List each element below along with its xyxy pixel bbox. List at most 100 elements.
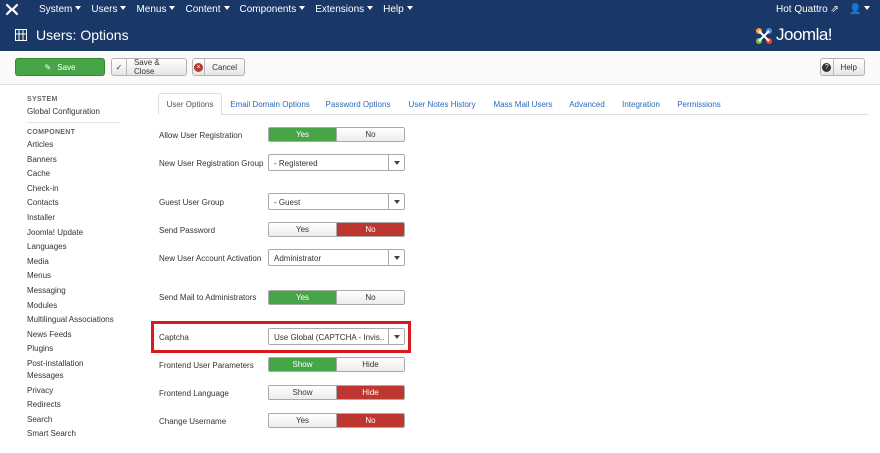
new-registration-group-value: - Registered <box>274 159 318 168</box>
question-icon: ? <box>821 59 834 75</box>
save-label: Save <box>57 62 76 72</box>
allow-registration-label: Allow User Registration <box>159 131 243 140</box>
sidebar-item-smart-search[interactable]: Smart Search <box>27 428 122 440</box>
site-link[interactable]: Hot Quattro ⇗ <box>776 4 839 15</box>
sidebar-item-articles[interactable]: Articles <box>27 139 122 151</box>
menu-users[interactable]: Users <box>91 4 127 15</box>
frontend-language-show[interactable]: Show <box>269 386 336 399</box>
chevron-down-icon <box>120 6 127 10</box>
allow-registration-toggle: Yes No <box>268 127 405 142</box>
help-button[interactable]: ? Help <box>820 58 865 76</box>
tab-advanced[interactable]: Advanced <box>564 93 610 115</box>
sidebar-item-languages[interactable]: Languages <box>27 241 122 253</box>
brand-text: Joomla! <box>776 25 833 44</box>
tab-user-notes-history[interactable]: User Notes History <box>402 93 482 115</box>
sidebar-item-cache[interactable]: Cache <box>27 168 122 180</box>
chevron-down-icon <box>388 194 404 209</box>
sidebar-item-privacy[interactable]: Privacy <box>27 385 122 397</box>
user-icon: 👤 <box>849 4 862 15</box>
change-username-no[interactable]: No <box>336 414 404 427</box>
change-username-toggle: Yes No <box>268 413 405 428</box>
menu-extensions[interactable]: Extensions <box>315 4 374 15</box>
menu-system-label: System <box>39 4 73 15</box>
sidebar-item-joomla-update[interactable]: Joomla! Update <box>27 227 122 239</box>
chevron-down-icon <box>388 250 404 265</box>
page-title: Users: Options <box>36 27 129 43</box>
menu-system[interactable]: System <box>39 4 82 15</box>
frontend-params-show[interactable]: Show <box>269 358 336 371</box>
help-label: Help <box>840 62 857 72</box>
edit-icon: ✎ <box>44 62 52 72</box>
users-options-icon <box>15 29 27 41</box>
guest-user-group-select[interactable]: - Guest <box>268 193 405 210</box>
send-password-yes[interactable]: Yes <box>269 223 336 236</box>
check-icon: ✓ <box>112 59 127 75</box>
menu-menus[interactable]: Menus <box>136 4 176 15</box>
frontend-params-label: Frontend User Parameters <box>159 361 254 370</box>
allow-registration-yes[interactable]: Yes <box>269 128 336 141</box>
sidebar-item-messaging[interactable]: Messaging <box>27 285 122 297</box>
sidebar-heading-system: SYSTEM <box>27 96 58 103</box>
save-button[interactable]: ✎ Save <box>15 58 105 76</box>
user-menu[interactable]: 👤 <box>849 4 871 15</box>
save-close-label: Save & Close <box>133 58 160 76</box>
sidebar-item-banners[interactable]: Banners <box>27 154 122 166</box>
frontend-params-hide[interactable]: Hide <box>336 358 404 371</box>
new-registration-group-label: New User Registration Group <box>159 159 264 168</box>
allow-registration-no[interactable]: No <box>336 128 404 141</box>
site-link-label: Hot Quattro <box>776 4 828 15</box>
sidebar-item-check-in[interactable]: Check-in <box>27 183 122 195</box>
frontend-params-toggle: Show Hide <box>268 357 405 372</box>
menu-help[interactable]: Help <box>383 4 413 15</box>
sidebar-item-redirects[interactable]: Redirects <box>27 399 122 411</box>
sidebar-component-list: Articles Banners Cache Check-in Contacts Inst… <box>27 139 122 440</box>
tab-email-domain-options[interactable]: Email Domain Options <box>226 93 314 115</box>
save-close-button[interactable]: ✓ Save & Close <box>111 58 187 76</box>
guest-user-group-value: - Guest <box>274 198 301 207</box>
send-password-no[interactable]: No <box>336 223 404 236</box>
menu-content[interactable]: Content <box>185 4 230 15</box>
sidebar-item-news-feeds[interactable]: News Feeds <box>27 329 122 341</box>
account-activation-value: Administrator <box>274 254 322 263</box>
joomla-logo-icon[interactable] <box>5 3 19 16</box>
menu-help-label: Help <box>383 4 404 15</box>
external-link-icon: ⇗ <box>830 4 839 15</box>
frontend-language-toggle: Show Hide <box>268 385 405 400</box>
send-mail-admins-no[interactable]: No <box>336 291 404 304</box>
tab-password-options[interactable]: Password Options <box>320 93 396 115</box>
chevron-down-icon <box>367 6 374 10</box>
chevron-down-icon <box>864 6 871 10</box>
sidebar-item-post-installation-messages[interactable]: Post-installation Messages <box>27 358 119 382</box>
tab-user-options[interactable]: User Options <box>158 93 222 115</box>
sidebar-heading-component: COMPONENT <box>27 129 76 136</box>
send-mail-admins-label: Send Mail to Administrators <box>159 293 257 302</box>
new-registration-group-select[interactable]: - Registered <box>268 154 405 171</box>
tab-permissions[interactable]: Permissions <box>672 93 726 115</box>
frontend-language-label: Frontend Language <box>159 389 229 398</box>
sidebar-item-plugins[interactable]: Plugins <box>27 343 122 355</box>
menu-extensions-label: Extensions <box>315 4 365 15</box>
top-navbar: System Users Menus Content Components Ex… <box>0 0 880 19</box>
frontend-language-hide[interactable]: Hide <box>336 386 404 399</box>
menu-components[interactable]: Components <box>240 4 306 15</box>
send-password-toggle: Yes No <box>268 222 405 237</box>
account-activation-select[interactable]: Administrator <box>268 249 405 266</box>
sidebar-item-multilingual-associations[interactable]: Multilingual Associations <box>27 314 119 326</box>
sidebar-item-modules[interactable]: Modules <box>27 300 122 312</box>
sidebar-item-contacts[interactable]: Contacts <box>27 197 122 209</box>
send-mail-admins-yes[interactable]: Yes <box>269 291 336 304</box>
sidebar-item-menus[interactable]: Menus <box>27 270 122 282</box>
chevron-down-icon <box>406 6 413 10</box>
chevron-down-icon <box>169 6 176 10</box>
change-username-label: Change Username <box>159 417 227 426</box>
change-username-yes[interactable]: Yes <box>269 414 336 427</box>
sidebar-item-global-configuration[interactable]: Global Configuration <box>27 106 122 118</box>
chevron-down-icon <box>223 6 230 10</box>
chevron-down-icon <box>299 6 306 10</box>
cancel-button[interactable]: × Cancel <box>192 58 245 76</box>
tab-integration[interactable]: Integration <box>616 93 666 115</box>
sidebar-item-search[interactable]: Search <box>27 414 122 426</box>
tab-mass-mail-users[interactable]: Mass Mail Users <box>488 93 558 115</box>
sidebar-item-media[interactable]: Media <box>27 256 122 268</box>
sidebar-item-installer[interactable]: Installer <box>27 212 122 224</box>
